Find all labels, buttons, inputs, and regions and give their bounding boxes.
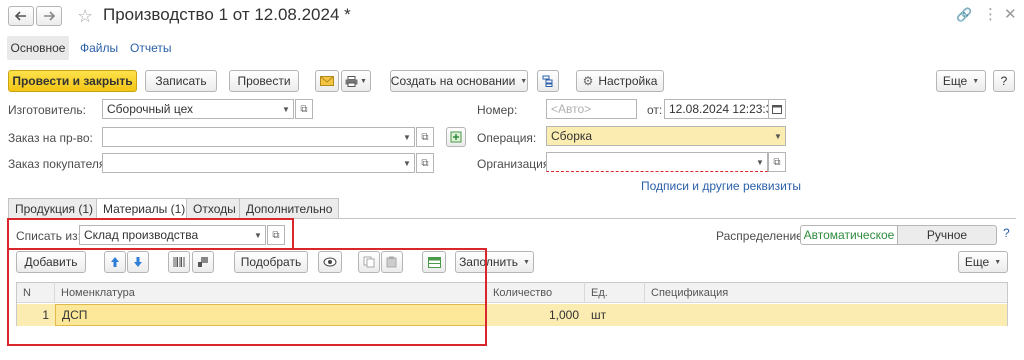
- customer-order-field[interactable]: ▼: [102, 153, 415, 173]
- create-based-on-button[interactable]: Создать на основании ▼: [390, 70, 528, 92]
- organization-field[interactable]: ▼: [546, 152, 768, 172]
- customer-order-label: Заказ покупателя:: [8, 157, 109, 171]
- operation-value: Сборка: [551, 129, 593, 143]
- save-button[interactable]: Записать: [145, 70, 217, 92]
- back-button[interactable]: [8, 6, 34, 26]
- envelope-icon: [320, 76, 334, 86]
- close-icon[interactable]: ✕: [1004, 5, 1017, 23]
- date-value: 12.08.2024 12:23:34: [669, 102, 769, 116]
- gear-icon: ⚙: [582, 74, 594, 88]
- table-more-button[interactable]: Еще ▼: [958, 251, 1008, 273]
- nav-tab-main-label: Основное: [10, 41, 66, 55]
- post-button[interactable]: Провести: [229, 70, 299, 92]
- signatures-link[interactable]: Подписи и другие реквизиты: [641, 179, 801, 193]
- tab-materials[interactable]: Материалы (1): [96, 198, 193, 219]
- dropdown-arrow-icon[interactable]: ▼: [400, 154, 414, 172]
- date-field[interactable]: 12.08.2024 12:23:34: [664, 99, 769, 119]
- operation-field[interactable]: Сборка ▼: [546, 126, 786, 146]
- create-based-on-label: Создать на основании: [390, 74, 516, 88]
- number-placeholder: <Авто>: [551, 102, 592, 116]
- open-order-button[interactable]: ⧉: [416, 127, 434, 147]
- column-header-spec[interactable]: Спецификация: [645, 282, 1007, 303]
- row-unit: шт: [591, 308, 607, 322]
- manufacturer-value: Сборочный цех: [107, 102, 193, 116]
- open-organization-button[interactable]: ⧉: [768, 152, 786, 172]
- date-label: от:: [647, 103, 663, 117]
- distribution-manual-toggle[interactable]: Ручное: [897, 225, 997, 245]
- arrow-left-icon: [15, 11, 26, 21]
- more-vertical-icon[interactable]: ⋮: [983, 5, 998, 23]
- tab-waste[interactable]: Отходы: [186, 198, 243, 218]
- chevron-down-icon: ▼: [522, 258, 530, 266]
- open-customer-order-button[interactable]: ⧉: [416, 153, 434, 173]
- row-qty: 1,000: [548, 308, 579, 322]
- more-label: Еще: [942, 74, 968, 88]
- chevron-down-icon: ▼: [360, 77, 367, 85]
- forward-button[interactable]: [36, 6, 62, 26]
- help-button[interactable]: ?: [993, 70, 1015, 92]
- manufacturer-label: Изготовитель:: [8, 103, 86, 117]
- favorite-star-icon[interactable]: ☆: [77, 7, 93, 25]
- tab-products[interactable]: Продукция (1): [8, 198, 101, 218]
- structure-button[interactable]: [537, 70, 559, 92]
- print-button[interactable]: ▼: [341, 70, 371, 92]
- manufacturer-field[interactable]: Сборочный цех ▼: [102, 99, 294, 119]
- tab-additional[interactable]: Дополнительно: [239, 198, 340, 218]
- dropdown-arrow-icon[interactable]: ▼: [753, 153, 767, 171]
- table-more-label: Еще: [964, 255, 990, 269]
- organization-label: Организация:: [477, 157, 553, 171]
- hierarchy-icon: [542, 75, 553, 87]
- open-manufacturer-button[interactable]: ⧉: [295, 99, 313, 119]
- printer-icon: [345, 75, 358, 87]
- calendar-button[interactable]: [768, 99, 786, 119]
- column-header-unit[interactable]: Ед.: [585, 282, 645, 303]
- chevron-down-icon: ▼: [520, 77, 528, 85]
- order-action-button[interactable]: [446, 127, 466, 147]
- chevron-down-icon: ▼: [994, 258, 1002, 266]
- operation-label: Операция:: [477, 131, 537, 145]
- window-title: Производство 1 от 12.08.2024 *: [103, 5, 351, 24]
- post-and-close-button[interactable]: Провести и закрыть: [8, 70, 137, 92]
- mail-button[interactable]: [315, 70, 339, 92]
- nav-tab-main[interactable]: Основное: [7, 36, 69, 60]
- order-field[interactable]: ▼: [102, 127, 415, 147]
- distribution-manual-label: Ручное: [926, 228, 968, 242]
- annotation-box-writeoff: [7, 218, 294, 250]
- dropdown-arrow-icon[interactable]: ▼: [771, 127, 785, 145]
- distribution-help-link[interactable]: ?: [1003, 226, 1010, 240]
- dropdown-arrow-icon[interactable]: ▼: [400, 128, 414, 146]
- nav-tab-reports[interactable]: Отчеты: [130, 41, 171, 55]
- settings-label: Настройка: [598, 74, 658, 88]
- number-field[interactable]: <Авто>: [546, 99, 637, 119]
- nav-tab-files[interactable]: Файлы: [80, 41, 118, 55]
- annotation-box-table: [7, 248, 487, 346]
- distribution-auto-label: Автоматическое: [803, 228, 895, 242]
- settings-button[interactable]: ⚙ Настройка: [576, 70, 664, 92]
- add-document-icon: [450, 131, 462, 143]
- distribution-label: Распределение:: [716, 229, 807, 243]
- distribution-auto-toggle[interactable]: Автоматическое: [800, 225, 898, 245]
- more-button[interactable]: Еще ▼: [936, 70, 986, 92]
- arrow-right-icon: [44, 11, 55, 21]
- link-icon[interactable]: 🔗: [956, 7, 972, 23]
- dropdown-arrow-icon[interactable]: ▼: [279, 100, 293, 118]
- column-header-qty[interactable]: Количество: [487, 282, 585, 303]
- row-spec: [651, 304, 1001, 326]
- order-label: Заказ на пр-во:: [8, 131, 93, 145]
- calendar-icon: [772, 105, 782, 114]
- chevron-down-icon: ▼: [972, 77, 980, 85]
- number-label: Номер:: [477, 103, 518, 117]
